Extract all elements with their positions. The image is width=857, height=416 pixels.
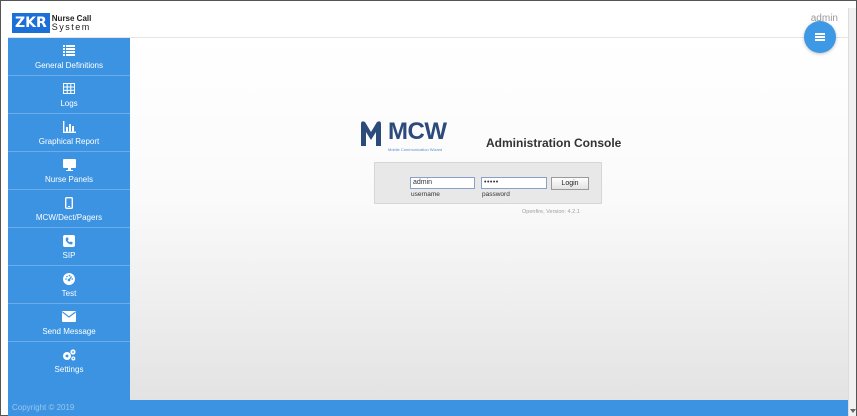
version-text: Openfire, Version: 4.2.1 [522, 209, 580, 215]
mcw-logo-icon [358, 118, 384, 152]
dashboard-icon [63, 272, 75, 286]
sidebar-item-logs[interactable]: Logs [8, 76, 130, 114]
sidebar-item-general-definitions[interactable]: General Definitions [8, 38, 130, 76]
sidebar-item-label: MCW/Dect/Pagers [35, 212, 103, 222]
mobile-icon [65, 196, 73, 210]
footer: Copyright © 2019 [8, 400, 848, 416]
bar-chart-icon [62, 120, 76, 134]
logo-mark: ZKR [12, 13, 50, 33]
sidebar-item-label: Graphical Report [38, 136, 100, 146]
login-form: admin ••••• Login username password [374, 162, 602, 204]
password-input[interactable]: ••••• [481, 177, 547, 189]
main-content: MCW Mobile Communication Wizard Administ… [130, 38, 848, 400]
mcw-brand: MCW Mobile Communication Wizard [358, 118, 447, 152]
sidebar-item-mcw-dect-pagers[interactable]: MCW/Dect/Pagers [8, 190, 130, 228]
sidebar-item-graphical-report[interactable]: Graphical Report [8, 114, 130, 152]
sidebar-item-test[interactable]: Test [8, 266, 130, 304]
scroll-down-arrow-icon[interactable] [850, 409, 856, 413]
username-input[interactable]: admin [410, 177, 475, 189]
sidebar-item-label: Logs [60, 98, 78, 108]
top-header: ZKR Nurse Call System admin [8, 8, 848, 38]
page-scrollbar[interactable] [848, 8, 856, 416]
table-icon [63, 82, 75, 96]
logo-line-2: System [51, 22, 91, 32]
hamburger-icon [815, 32, 825, 43]
sidebar-item-send-message[interactable]: Send Message [8, 304, 130, 342]
login-button[interactable]: Login [551, 177, 589, 190]
phone-icon [63, 234, 75, 248]
envelope-icon [62, 310, 76, 324]
copyright-text: Copyright © 2019 [12, 403, 75, 412]
console-title: Administration Console [486, 136, 622, 150]
sidebar-item-nurse-panels[interactable]: Nurse Panels [8, 152, 130, 190]
password-label: password [482, 191, 510, 198]
monitor-icon [62, 158, 76, 172]
list-icon [63, 44, 75, 58]
sidebar-item-label: Send Message [42, 326, 96, 336]
brand-word: MCW [388, 118, 447, 145]
sidebar-item-sip[interactable]: SIP [8, 228, 130, 266]
logo-text: Nurse Call System [51, 15, 92, 32]
sidebar-item-label: Settings [54, 365, 84, 374]
username-label: username [411, 191, 440, 198]
sidebar-item-label: Test [61, 288, 77, 298]
brand-subtitle: Mobile Communication Wizard [388, 147, 443, 152]
sidebar-item-label: Nurse Panels [44, 174, 94, 184]
gears-icon [62, 348, 76, 362]
sidebar-item-label: General Definitions [34, 60, 104, 70]
sidebar-item-settings[interactable]: Settings [8, 342, 130, 380]
sidebar-item-label: SIP [62, 250, 76, 260]
app-logo[interactable]: ZKR Nurse Call System [12, 12, 91, 34]
menu-fab-button[interactable] [804, 21, 836, 53]
sidebar: General Definitions Logs Graphical Repor… [8, 38, 130, 400]
